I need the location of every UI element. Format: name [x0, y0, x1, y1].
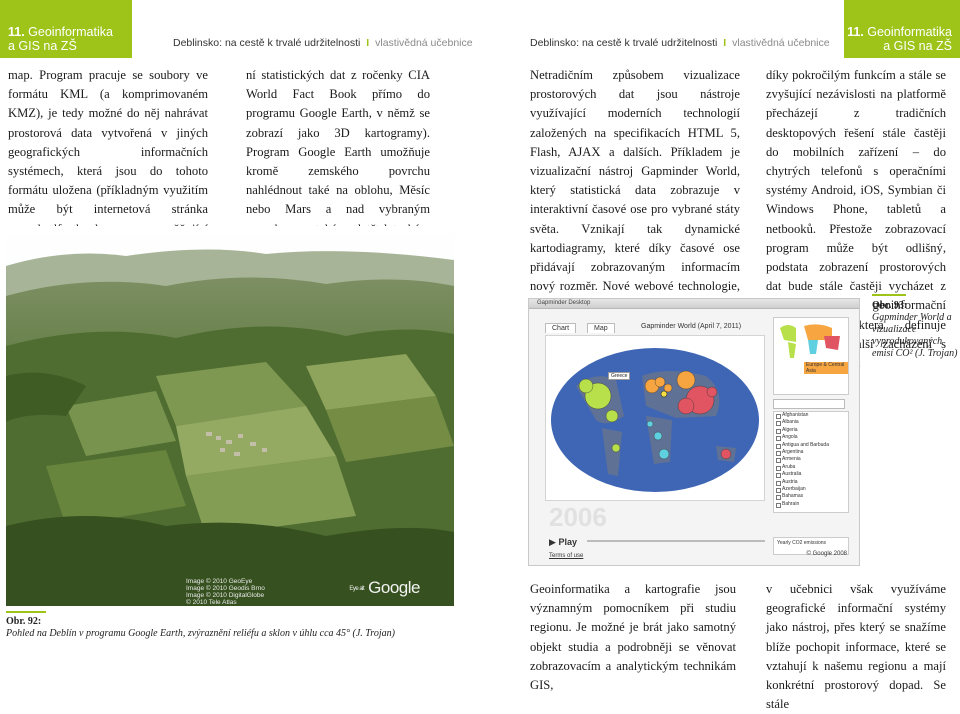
google-logo: Eye alt Google [349, 578, 420, 598]
play-button[interactable]: ▶ Play [549, 537, 577, 548]
country-item[interactable]: Bahamas [774, 493, 848, 501]
running-separator: I [723, 37, 727, 49]
greece-label: Greece [608, 372, 631, 380]
region-minimap [774, 318, 848, 362]
paragraph: v učebnici však využíváme geografické in… [766, 582, 946, 712]
country-item[interactable]: Austria [774, 479, 848, 487]
image-copyright: Image © 2010 GeoEye Image © 2010 Geodis … [186, 578, 265, 606]
google-earth-image: Image © 2010 GeoEye Image © 2010 Geodis … [6, 226, 454, 606]
running-head: Deblinsko: na cestě k trvalé udržitelnos… [530, 37, 830, 49]
text-column-4: v učebnici však využíváme geografické in… [766, 580, 946, 714]
size-label: Yearly CO2 emissions [777, 540, 827, 546]
play-icon: ▶ [549, 537, 556, 547]
country-item[interactable]: Armenia [774, 456, 848, 464]
chapter-title-line2: a GIS na ZŠ [8, 39, 77, 53]
window-titlebar: Gapminder Desktop [529, 299, 859, 309]
text-column-1: Netradičním způsobem vizualizace prostor… [530, 66, 740, 316]
chapter-tab: 11. Geoinformatika a GIS na ZŠ [844, 0, 960, 58]
country-item[interactable]: Afghanistan [774, 412, 848, 420]
country-item[interactable]: Argentina [774, 449, 848, 457]
bubble-map [551, 348, 759, 492]
copyright-line: Image © 2010 GeoEye [186, 578, 253, 585]
copyright-line: Image © 2010 Geodis Brno [186, 585, 265, 592]
country-item[interactable]: Australia [774, 471, 848, 479]
world-map: Greece [545, 335, 765, 501]
running-subtitle: vlastivědná učebnice [732, 37, 830, 49]
caption-label: Obr. 92: [6, 616, 42, 627]
year-label: 2006 [549, 502, 607, 532]
gapminder-screenshot: Gapminder Desktop Chart Map Gapminder Wo… [528, 298, 860, 566]
landscape-illustration [6, 226, 454, 606]
running-separator: I [366, 37, 370, 49]
tab-map[interactable]: Map [587, 323, 615, 333]
running-title: Deblinsko: na cestě k trvalé udržitelnos… [530, 37, 718, 49]
play-label: Play [558, 537, 577, 547]
country-item[interactable]: Angola [774, 434, 848, 442]
country-item[interactable]: Azerbaijan [774, 486, 848, 494]
chapter-title-line1: Geoinformatika [867, 25, 952, 39]
text-column-3: Geoinformatika a kartografie jsou význam… [530, 580, 736, 695]
map-title: Gapminder World (April 7, 2011) [641, 323, 742, 330]
running-head: Deblinsko: na cestě k trvalé udržitelnos… [173, 37, 473, 49]
region-legend-label: Europe & Central Asia [804, 362, 848, 374]
caption-text: Pohled na Deblín v programu Google Earth… [6, 628, 395, 639]
terms-link[interactable]: Terms of use [549, 553, 583, 559]
chapter-title-line2: a GIS na ZŠ [883, 39, 952, 53]
tab-chart[interactable]: Chart [545, 323, 577, 333]
country-item[interactable]: Albania [774, 419, 848, 427]
region-panel: Europe & Central Asia [773, 317, 849, 395]
chapter-title-line1: Geoinformatika [28, 25, 113, 39]
figure-caption: Obr. 93: Gapminder World a vizualizace v… [872, 294, 960, 360]
country-item[interactable]: Algeria [774, 427, 848, 435]
copyright-line: © 2010 Tele Atlas [186, 599, 237, 606]
gapminder-sidebar: Europe & Central Asia Afghanistan Albani… [769, 313, 853, 559]
country-list[interactable]: Afghanistan Albania Algeria Angola Antig… [773, 411, 849, 513]
right-page: Deblinsko: na cestě k trvalé udržitelnos… [480, 0, 960, 711]
running-title: Deblinsko: na cestě k trvalé udržitelnos… [173, 37, 361, 49]
caption-text: Gapminder World a vizualizace vyprodukov… [872, 312, 958, 359]
chapter-number: 11. [847, 25, 864, 39]
left-page: 11. Geoinformatika a GIS na ZŠ Deblinsko… [0, 0, 480, 672]
country-item[interactable]: Bahrain [774, 501, 848, 509]
country-search-input[interactable] [773, 399, 845, 409]
chapter-tab: 11. Geoinformatika a GIS na ZŠ [0, 0, 132, 58]
figure-caption: Obr. 92: Pohled na Deblín v programu Goo… [6, 611, 446, 640]
paragraph: Netradičním způsobem vizualizace prostor… [530, 68, 740, 312]
chapter-number: 11. [8, 25, 25, 39]
window-title: Gapminder Desktop [537, 300, 591, 306]
eye-alt-label: Eye alt [349, 585, 365, 592]
time-slider[interactable] [587, 540, 765, 542]
google-credit: © Google 2008 [806, 551, 847, 557]
country-item[interactable]: Aruba [774, 464, 848, 472]
caption-label: Obr. 93: [872, 300, 908, 311]
country-item[interactable]: Antigua and Barbuda [774, 442, 848, 450]
google-logo-text: Google [368, 578, 420, 597]
running-subtitle: vlastivědná učebnice [375, 37, 473, 49]
copyright-line: Image © 2010 DigitalGlobe [186, 592, 265, 599]
paragraph: Geoinformatika a kartografie jsou význam… [530, 582, 736, 693]
